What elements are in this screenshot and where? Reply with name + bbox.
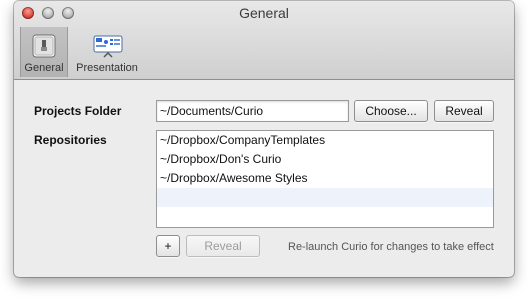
toolbar-item-general[interactable]: General (20, 27, 68, 77)
reveal-repository-button[interactable]: Reveal (186, 235, 260, 257)
projects-folder-label: Projects Folder (34, 104, 122, 118)
repositories-label: Repositories (34, 133, 107, 147)
general-switch-icon (29, 33, 59, 62)
window-toolbar: General General Presentation (14, 1, 514, 80)
empty-list-row (157, 207, 493, 226)
list-item[interactable]: ~/Dropbox/Awesome Styles (157, 169, 493, 188)
reveal-folder-button[interactable]: Reveal (434, 100, 494, 122)
list-item[interactable]: ~/Dropbox/Don's Curio (157, 150, 493, 169)
toolbar-item-label: Presentation (76, 62, 138, 74)
list-item[interactable]: ~/Dropbox/CompanyTemplates (157, 131, 493, 150)
add-repository-button[interactable]: + (156, 235, 180, 257)
window-title: General (239, 5, 289, 21)
toolbar-item-label: General (24, 62, 64, 74)
relaunch-hint: Re-launch Curio for changes to take effe… (288, 241, 494, 253)
toolbar-item-presentation[interactable]: Presentation (72, 27, 142, 77)
presentation-icon (92, 33, 124, 62)
preferences-window: General General Presentation Projects Fo… (14, 1, 514, 277)
choose-button[interactable]: Choose... (354, 100, 428, 122)
projects-folder-field[interactable]: ~/Documents/Curio (156, 100, 349, 122)
repositories-list[interactable]: ~/Dropbox/CompanyTemplates ~/Dropbox/Don… (156, 130, 494, 228)
empty-list-row (157, 188, 493, 207)
